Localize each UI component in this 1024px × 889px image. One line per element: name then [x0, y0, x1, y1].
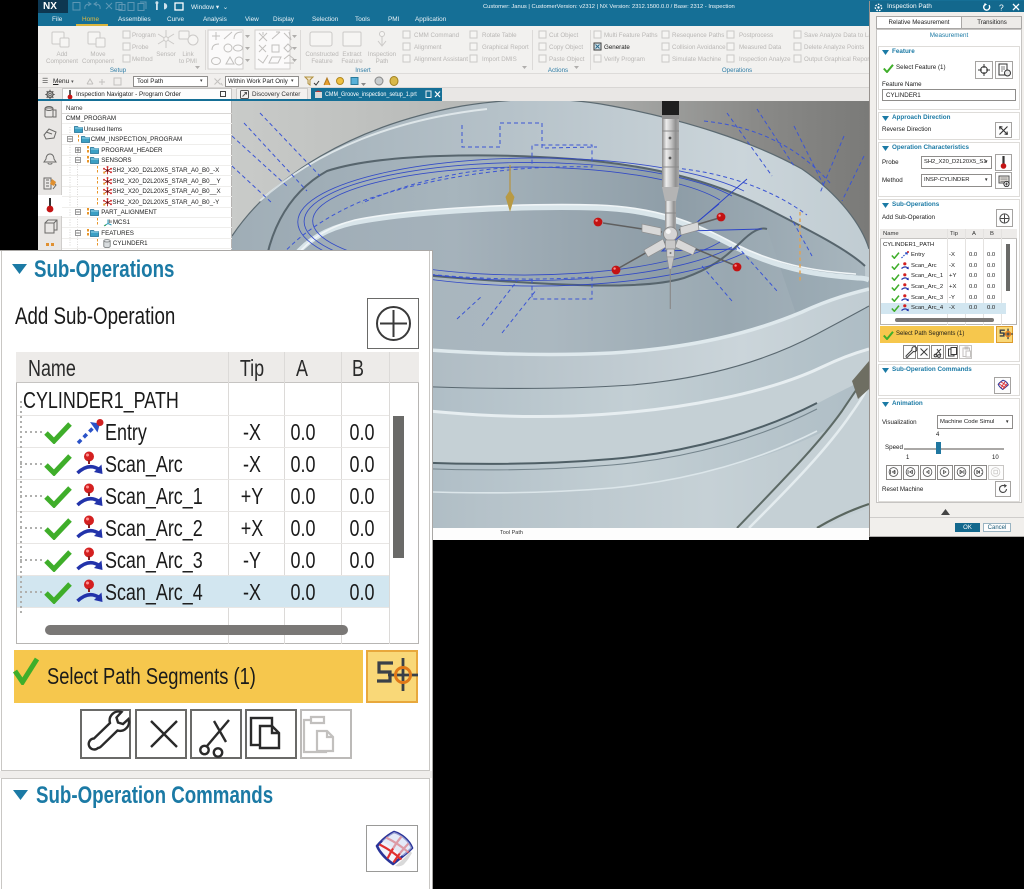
- svg-text:?: ?: [999, 3, 1004, 12]
